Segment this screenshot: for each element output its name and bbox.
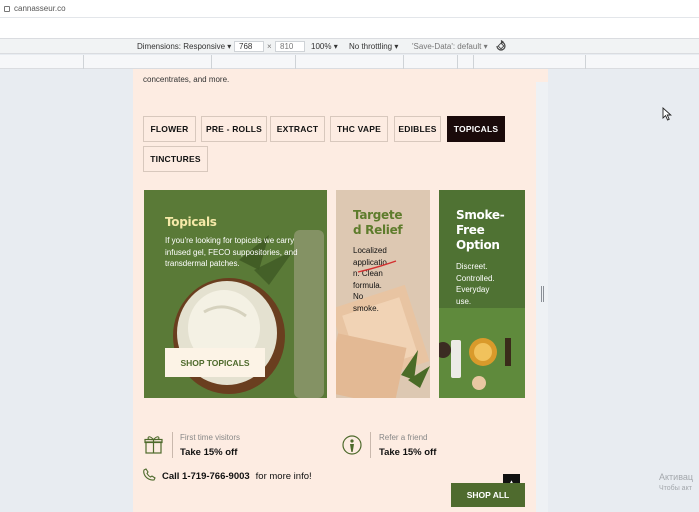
smoke-free-card[interactable]: Smoke- Free Option Discreet. Controlled.… (439, 190, 525, 398)
gift-icon (144, 435, 163, 459)
shop-topicals-button[interactable]: SHOP TOPICALS (165, 348, 265, 377)
times-sign: × (267, 42, 272, 51)
topicals-card[interactable]: Topicals If you're looking for topicals … (144, 190, 327, 398)
call-info: Call 1-719-766-9003 for more info! (143, 468, 312, 484)
call-suffix: for more info! (255, 470, 312, 482)
topicals-card-title: Topicals (165, 215, 217, 229)
dimensions-dropdown[interactable]: Dimensions: Responsive ▾ (137, 42, 231, 51)
chevron-down-icon: ▾ (394, 42, 399, 51)
topicals-card-desc: If you're looking for topicals we carry … (165, 236, 298, 268)
throttling-label: No throttling (349, 42, 393, 51)
tab-flower[interactable]: FLOWER (143, 116, 196, 142)
tab-tinctures[interactable]: TINCTURES (143, 146, 208, 172)
promo-divider (172, 432, 173, 458)
promo-divider (370, 432, 371, 458)
person-icon (342, 435, 362, 460)
promo-first-time: First time visitors Take 15% off (180, 433, 240, 458)
chevron-down-icon: ▾ (483, 42, 488, 51)
smoke-free-desc: Discreet. Controlled. Everyday use. (456, 262, 495, 306)
os-activation-watermark: Активац Чтобы акт (659, 472, 694, 492)
tab-edibles[interactable]: EDIBLES (394, 116, 441, 142)
targeted-relief-title: Targete d Relief (353, 208, 403, 237)
url-text[interactable]: cannasseur.co (14, 4, 66, 13)
phone-number-link[interactable]: Call 1-719-766-9003 (162, 471, 250, 482)
intro-text: concentrates, and more. (143, 75, 230, 84)
chevron-down-icon: ▾ (227, 42, 232, 51)
shop-all-button[interactable]: SHOP ALL (451, 483, 525, 507)
zoom-dropdown[interactable]: 100% ▾ (311, 42, 338, 51)
save-data-label: 'Save-Data': default (412, 42, 482, 51)
browser-address-bar: cannasseur.co (0, 0, 699, 18)
browser-blank-strip (0, 18, 699, 38)
mouse-cursor-icon (662, 106, 672, 126)
site-info-icon[interactable] (4, 5, 10, 12)
rotate-icon[interactable] (495, 40, 507, 54)
smoke-free-title: Smoke- Free Option (456, 208, 505, 252)
viewport-resize-handle[interactable] (541, 286, 544, 302)
dimensions-label: Dimensions: Responsive (137, 42, 226, 51)
tab-topicals[interactable]: TOPICALS (447, 116, 505, 142)
device-ruler (0, 55, 699, 69)
tab-pre-rolls[interactable]: PRE - ROLLS (201, 116, 267, 142)
promo-refer-friend: Refer a friend Take 15% off (379, 433, 437, 458)
width-input[interactable]: 768 (234, 41, 264, 52)
tab-extract[interactable]: EXTRACT (270, 116, 325, 142)
tab-thc-vape[interactable]: THC VAPE (330, 116, 388, 142)
emulated-viewport: concentrates, and more. FLOWER PRE - ROL… (133, 69, 548, 512)
throttling-dropdown[interactable]: No throttling ▾ (349, 42, 398, 51)
height-input[interactable]: 810 (275, 41, 305, 52)
red-scribble-annotation (357, 260, 397, 273)
chevron-down-icon: ▾ (333, 42, 338, 51)
device-toolbar: Dimensions: Responsive ▾ 768 × 810 100% … (0, 38, 699, 54)
targeted-relief-card[interactable]: Targete d Relief Localized applicatio n.… (336, 190, 430, 398)
zoom-label: 100% (311, 42, 332, 51)
phone-icon (143, 468, 156, 484)
save-data-dropdown[interactable]: 'Save-Data': default ▾ (412, 42, 488, 51)
